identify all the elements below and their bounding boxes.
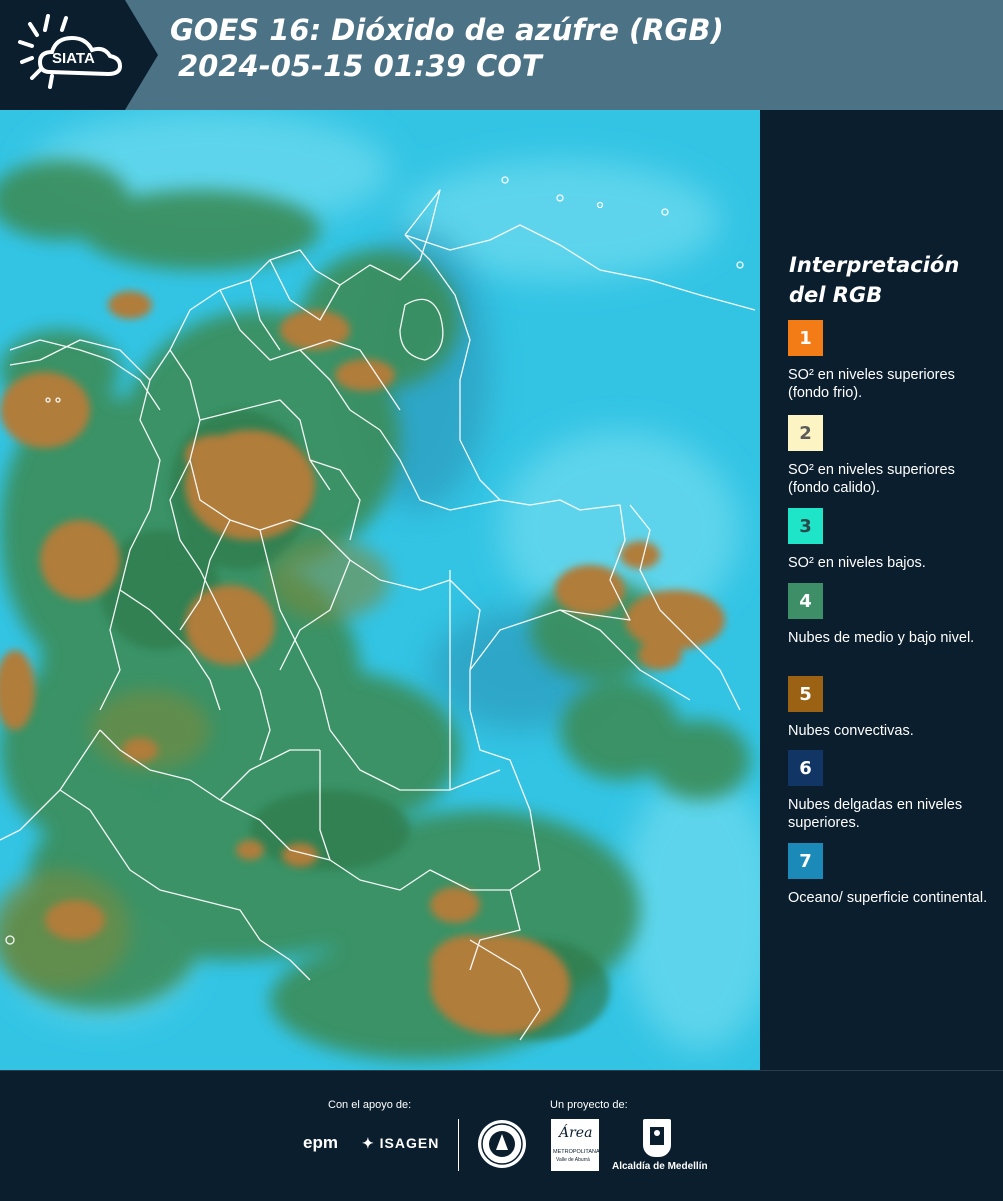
alcaldia-text: Alcaldía de Medellín xyxy=(612,1161,708,1172)
project-label: Un proyecto de: xyxy=(550,1099,628,1111)
legend-label: SO² en niveles superiores (fondo calido)… xyxy=(788,462,955,496)
area-logo-sub1: METROPOLITANA xyxy=(553,1149,600,1155)
legend-item-4: 4 Nubes de medio y bajo nivel. xyxy=(788,583,988,647)
epm-logo: epm xyxy=(303,1133,338,1152)
legend-label: Oceano/ superficie continental. xyxy=(788,890,988,906)
medellin-seal xyxy=(478,1120,526,1168)
legend-label: Nubes delgadas en niveles superiores. xyxy=(788,797,963,831)
legend-item-3: 3 SO² en niveles bajos. xyxy=(788,508,988,572)
legend-title-line1: Interpretación xyxy=(789,253,960,277)
legend-label: SO² en niveles superiores (fondo frio). xyxy=(788,367,955,401)
legend-label: SO² en niveles bajos. xyxy=(788,555,926,571)
title-timestamp: 2024-05-15 01:39 COT xyxy=(178,49,542,83)
legend-swatch: 2 xyxy=(788,415,823,451)
alcaldia-shield-icon xyxy=(643,1119,671,1157)
footer: Con el apoyo de: Un proyecto de: epm ✦ I… xyxy=(0,1070,1003,1201)
siata-logo-text: SIATA xyxy=(52,50,95,67)
legend-title-line2: del RGB xyxy=(789,283,883,307)
header: SIATA GOES 16: Dióxido de azúfre (RGB) 2… xyxy=(0,0,1003,110)
legend-swatch: 4 xyxy=(788,583,823,619)
legend-title: Interpretación del RGB xyxy=(789,250,959,310)
legend-label: Nubes convectivas. xyxy=(788,723,914,739)
isagen-logo: ✦ ISAGEN xyxy=(362,1135,439,1152)
isagen-text: ISAGEN xyxy=(379,1135,440,1151)
legend-item-2: 2 SO² en niveles superiores (fondo calido… xyxy=(788,415,988,497)
legend-swatch: 5 xyxy=(788,676,823,712)
legend-item-6: 6 Nubes delgadas en niveles superiores. xyxy=(788,750,988,832)
legend-swatch: 1 xyxy=(788,320,823,356)
title-product: GOES 16: Dióxido de azúfre (RGB) xyxy=(170,13,724,47)
legend-label: Nubes de medio y bajo nivel. xyxy=(788,630,975,646)
area-metropolitana-logo: Área METROPOLITANA Valle de Aburrá xyxy=(551,1119,600,1171)
legend-swatch: 3 xyxy=(788,508,823,544)
legend-swatch: 7 xyxy=(788,843,823,879)
footer-divider xyxy=(458,1119,459,1171)
support-label: Con el apoyo de: xyxy=(328,1099,412,1111)
page-title: GOES 16: Dióxido de azúfre (RGB) 2024-05… xyxy=(170,12,724,84)
legend-panel: Interpretación del RGB 1 SO² en niveles s… xyxy=(762,110,1003,1070)
legend-item-1: 1 SO² en niveles superiores (fondo frio). xyxy=(788,320,988,402)
legend-item-7: 7 Oceano/ superficie continental. xyxy=(788,843,988,907)
area-logo-sub2: Valle de Aburrá xyxy=(556,1157,590,1163)
legend-item-5: 5 Nubes convectivas. xyxy=(788,676,988,740)
isagen-icon: ✦ xyxy=(362,1135,375,1151)
satellite-map[interactable] xyxy=(0,110,760,1070)
legend-swatch: 6 xyxy=(788,750,823,786)
area-logo-text: Área xyxy=(559,1125,593,1141)
siata-logo: SIATA xyxy=(0,0,158,110)
